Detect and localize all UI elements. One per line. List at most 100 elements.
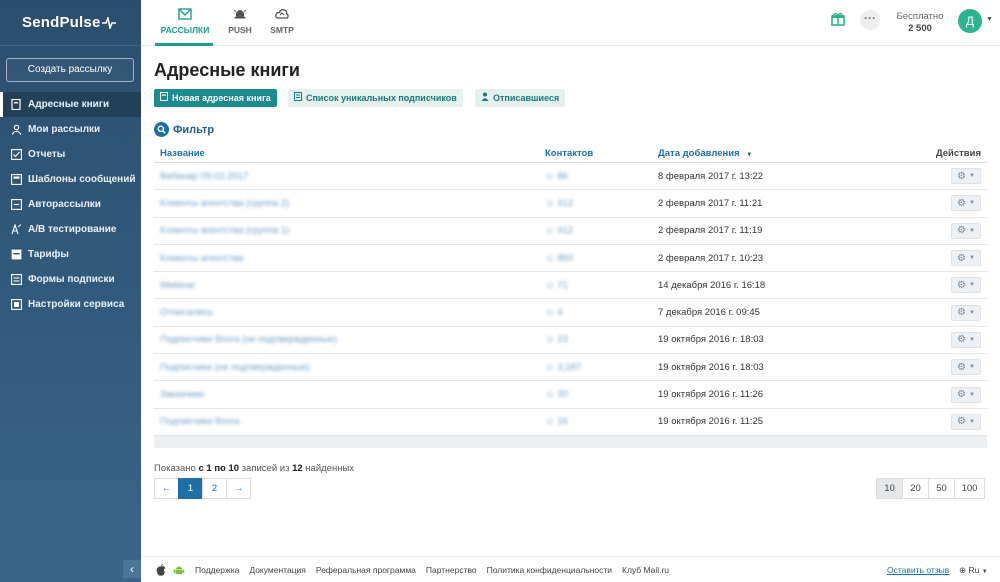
chevron-down-icon: ▼	[969, 418, 975, 425]
actions-button[interactable]: ⚙ ▼	[951, 331, 981, 348]
collapse-sidebar-button[interactable]: ‹	[123, 560, 141, 578]
contacts-value: 71	[557, 279, 568, 291]
mail-icon	[178, 8, 192, 20]
column-date-header[interactable]: Дата добавления ▼	[652, 148, 922, 159]
tab-push[interactable]: PUSH	[225, 8, 255, 35]
gear-icon: ⚙	[957, 197, 966, 209]
contacts-count[interactable]: ☺ 850	[545, 253, 573, 264]
send-icon	[10, 124, 22, 136]
table-row: Клиенты агентства ☺ 850 2 февраля 2017 г. …	[154, 245, 987, 273]
date-added: 7 декабря 2016 г. 09:45	[658, 307, 760, 319]
logo[interactable]: SendPulse	[0, 0, 141, 46]
contacts-icon: ☺	[545, 416, 555, 428]
book-name-link[interactable]: Клиенты агентства (группа 2)	[160, 198, 289, 209]
column-date-label: Дата добавления	[658, 147, 740, 159]
tab-smtp[interactable]: SMTP	[267, 8, 297, 35]
gear-icon: ⚙	[957, 279, 966, 291]
create-campaign-button[interactable]: Создать рассылку	[6, 58, 134, 82]
sidebar-item-ab-testing[interactable]: A/B тестирование	[0, 217, 141, 242]
next-page-button[interactable]: →	[226, 478, 251, 499]
contacts-count[interactable]: ☺ 412	[545, 198, 573, 209]
actions-button[interactable]: ⚙ ▼	[951, 386, 981, 403]
contacts-count[interactable]: ☺ 412	[545, 225, 573, 236]
page-size-10[interactable]: 10	[876, 478, 903, 499]
footer-link-privacy[interactable]: Политика конфиденциальности	[487, 565, 612, 575]
main-content: Адресные книги Новая адресная книга Спис…	[141, 46, 1000, 582]
gift-icon[interactable]	[831, 12, 845, 26]
contacts-count[interactable]: ☺ 4	[545, 307, 563, 318]
contacts-count[interactable]: ☺ 23	[545, 334, 568, 345]
address-book-icon	[10, 99, 22, 111]
sidebar-item-label: Авторассылки	[28, 199, 101, 210]
date-added: 2 февраля 2017 г. 11:19	[658, 225, 763, 237]
book-name-link[interactable]: Подписчики блога	[160, 416, 239, 427]
actions-button[interactable]: ⚙ ▼	[951, 168, 981, 185]
search-icon	[154, 122, 169, 137]
page-2-button[interactable]: 2	[202, 478, 227, 499]
actions-button[interactable]: ⚙ ▼	[951, 195, 981, 212]
tab-campaigns[interactable]: РАССЫЛКИ	[159, 8, 211, 35]
more-menu-button[interactable]: ···	[860, 10, 880, 30]
page-size-100[interactable]: 100	[954, 478, 985, 499]
chevron-down-icon[interactable]: ▼	[986, 16, 993, 23]
results-summary: Показано с 1 по 10 записей из 12 найденн…	[154, 463, 354, 474]
gear-icon: ⚙	[957, 389, 966, 401]
actions-button[interactable]: ⚙ ▼	[951, 222, 981, 239]
bell-icon	[233, 9, 247, 19]
sidebar-item-reports[interactable]: Отчеты	[0, 142, 141, 167]
book-name-link[interactable]: Webinar	[160, 280, 195, 291]
unsubscribed-button[interactable]: Отписавшиеся	[475, 89, 566, 107]
footer-link-docs[interactable]: Документация	[249, 565, 306, 575]
page-size-50[interactable]: 50	[928, 478, 955, 499]
footer-link-support[interactable]: Поддержка	[195, 565, 239, 575]
apple-icon[interactable]	[155, 563, 167, 576]
footer-link-partnership[interactable]: Партнерство	[426, 565, 477, 575]
filter-toggle[interactable]: Фильтр	[154, 122, 214, 137]
actions-button[interactable]: ⚙ ▼	[951, 250, 981, 267]
page-size-20[interactable]: 20	[902, 478, 929, 499]
actions-button[interactable]: ⚙ ▼	[951, 359, 981, 376]
book-name-link[interactable]: Клиенты агентства	[160, 253, 243, 264]
page-1-button[interactable]: 1	[178, 478, 203, 499]
actions-button[interactable]: ⚙ ▼	[951, 277, 981, 294]
book-name-link[interactable]: Отписались	[160, 307, 213, 318]
column-contacts-header[interactable]: Контактов	[539, 148, 652, 159]
column-name-header[interactable]: Название	[154, 148, 539, 159]
sidebar-item-autoresponders[interactable]: Авторассылки	[0, 192, 141, 217]
auto-icon	[10, 199, 22, 211]
plan-info[interactable]: Бесплатно 2 500	[891, 11, 949, 35]
actions-button[interactable]: ⚙ ▼	[951, 413, 981, 430]
prev-page-button[interactable]: ←	[154, 478, 179, 499]
unique-subscribers-button[interactable]: Список уникальных подписчиков	[288, 89, 463, 107]
table-row: Отписались ☺ 4 7 декабря 2016 г. 09:45 ⚙ ▼	[154, 299, 987, 327]
sidebar-item-tariffs[interactable]: Тарифы	[0, 242, 141, 267]
sidebar-item-settings[interactable]: Настройки сервиса	[0, 292, 141, 317]
contacts-count[interactable]: ☺ 86	[545, 171, 568, 182]
book-name-link[interactable]: Заказчики	[160, 389, 204, 400]
footer-link-referral[interactable]: Реферальная программа	[316, 565, 416, 575]
footer-link-mailru-club[interactable]: Клуб Mail.ru	[622, 565, 669, 575]
actions-button[interactable]: ⚙ ▼	[951, 304, 981, 321]
sidebar-item-label: Мои рассылки	[28, 124, 101, 135]
new-address-book-button[interactable]: Новая адресная книга	[154, 89, 277, 107]
contacts-count[interactable]: ☺ 30	[545, 389, 568, 400]
date-added: 14 декабря 2016 г. 16:18	[658, 279, 766, 291]
book-name-link[interactable]: Клиенты агентства (группа 1)	[160, 225, 289, 236]
sidebar-item-my-campaigns[interactable]: Мои рассылки	[0, 117, 141, 142]
contacts-count[interactable]: ☺ 3,187	[545, 362, 581, 373]
contacts-count[interactable]: ☺ 71	[545, 280, 568, 291]
language-selector[interactable]: ⊕ Ru ▼	[959, 565, 988, 576]
book-name-link[interactable]: Вебинар 09.02.2017	[160, 171, 248, 182]
avatar[interactable]: Д	[958, 9, 982, 33]
sidebar-item-address-books[interactable]: Адресные книги	[0, 92, 141, 117]
feedback-link[interactable]: Оставить отзыв	[887, 565, 949, 575]
book-name-link[interactable]: Подписчики блога (не подтвержденные)	[160, 334, 337, 345]
book-name-link[interactable]: Подписчики (не подтвержденные)	[160, 362, 310, 373]
sidebar-item-label: Формы подписки	[28, 274, 115, 285]
android-icon[interactable]	[173, 564, 185, 576]
filter-label: Фильтр	[173, 123, 215, 136]
sidebar-item-templates[interactable]: Шаблоны сообщений	[0, 167, 141, 192]
contacts-value: 16	[557, 416, 568, 428]
contacts-count[interactable]: ☺ 16	[545, 416, 568, 427]
sidebar-item-forms[interactable]: Формы подписки	[0, 267, 141, 292]
